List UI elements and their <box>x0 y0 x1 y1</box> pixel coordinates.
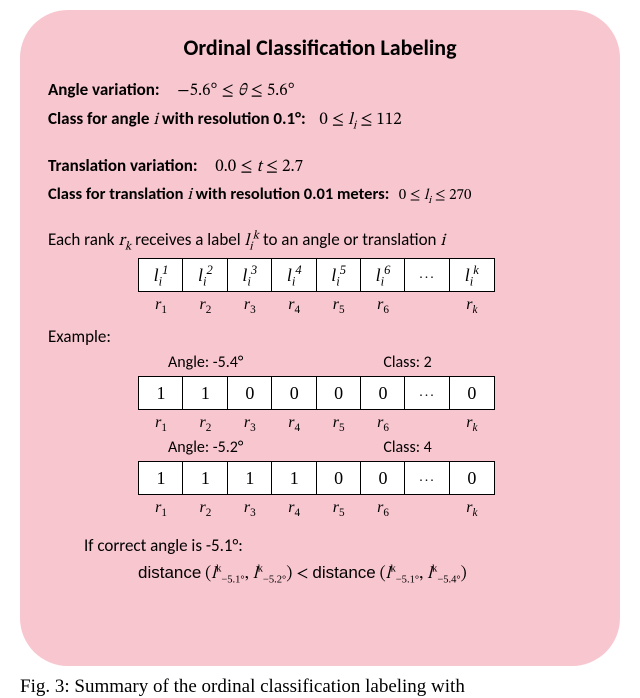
cell-ellipsis-1: ... <box>404 258 450 292</box>
ex2-c5: 0 <box>316 461 362 495</box>
rank-r5: r5 <box>316 292 362 314</box>
rank-labels-3: r1 r2 r3 r4 r5 r6 rk <box>138 495 592 517</box>
cell-l3: li3 <box>227 258 273 292</box>
trans-variation-math: 0.0 ≤ t ≤ 2.7 <box>215 159 303 176</box>
label-symbol: lik <box>244 233 259 250</box>
ex1-c8: 0 <box>449 376 495 410</box>
r2-blank <box>404 410 450 432</box>
trans-variation-line: Translation variation: 0.0 ≤ t ≤ 2.7 <box>48 155 592 178</box>
rank-label-table: li1 li2 li3 li4 li5 li6 ... lik r1 r2 r3… <box>138 258 592 314</box>
cell-l2: li2 <box>182 258 228 292</box>
each-rank-b: receives a label <box>135 229 244 250</box>
diagram-card: Ordinal Classification Labeling Angle va… <box>20 10 620 666</box>
r3-rk: rk <box>449 495 495 517</box>
ex1-class: Class: 2 <box>383 353 431 372</box>
ex1-c6: 0 <box>360 376 406 410</box>
ex2-angle: Angle: -5.2° <box>168 438 243 457</box>
rank-labels-1: r1 r2 r3 r4 r5 r6 rk <box>138 292 592 314</box>
ex1-c-ell: ... <box>404 376 450 410</box>
r3-r1: r1 <box>138 495 184 517</box>
each-rank-line: Each rank rk receives a label lik to an … <box>48 229 592 252</box>
r3-blank <box>404 495 450 517</box>
ex2-c6: 0 <box>360 461 406 495</box>
ex1-c3: 0 <box>227 376 273 410</box>
index-i-3: i <box>440 233 445 250</box>
stage: Ordinal Classification Labeling Angle va… <box>0 0 640 698</box>
each-rank-a: Each rank <box>48 229 118 250</box>
ex2-cells: 1 1 1 1 0 0 ... 0 <box>138 461 592 495</box>
ex2-c3: 1 <box>227 461 273 495</box>
cell-l5: li5 <box>316 258 362 292</box>
ex2-c1: 1 <box>138 461 184 495</box>
angle-variation-math: −5.6° ≤ θ ≤ 5.6° <box>177 83 294 100</box>
rank-r1: r1 <box>138 292 184 314</box>
angle-variation-label: Angle variation: <box>48 79 160 100</box>
r3-r2: r2 <box>182 495 228 517</box>
ex1-c2: 1 <box>182 376 228 410</box>
rank-rk: rk <box>449 292 495 314</box>
trans-variation-label: Translation variation: <box>48 155 198 176</box>
class-trans-line: Class for translation i with resolution … <box>48 184 592 205</box>
cell-l1: li1 <box>138 258 184 292</box>
cell-lk: lik <box>449 258 495 292</box>
dist-word-2: distance <box>312 563 375 582</box>
class-angle-math: 0 ≤ li ≤ 112 <box>319 112 401 129</box>
rank-r3: r3 <box>227 292 273 314</box>
r3-r5: r5 <box>316 495 362 517</box>
r3-r3: r3 <box>227 495 273 517</box>
ex2-class: Class: 4 <box>383 438 431 457</box>
class-trans-label-a: Class for translation <box>48 184 187 204</box>
example1-header: Angle: -5.4° Class: 2 <box>168 353 592 372</box>
cell-l4: li4 <box>271 258 317 292</box>
example2-table: 1 1 1 1 0 0 ... 0 r1 r2 r3 r4 r5 r6 rk <box>138 461 592 517</box>
title: Ordinal Classification Labeling <box>48 34 592 61</box>
ex2-c2: 1 <box>182 461 228 495</box>
distance-inequality: distance (lk−5.1°, lk−5.2°) < distance (… <box>138 562 592 585</box>
rank-symbol: rk <box>118 233 131 250</box>
class-angle-label-a: Class for angle <box>48 108 153 129</box>
label-cells: li1 li2 li3 li4 li5 li6 ... lik <box>138 258 592 292</box>
class-trans-math: 0 ≤ li ≤ 270 <box>399 188 472 203</box>
rank-labels-2: r1 r2 r3 r4 r5 r6 rk <box>138 410 592 432</box>
class-angle-label-b: with resolution 0.1°: <box>158 108 306 129</box>
class-angle-line: Class for angle i with resolution 0.1°: … <box>48 108 592 131</box>
r3-r6: r6 <box>360 495 406 517</box>
angle-variation-line: Angle variation: −5.6° ≤ θ ≤ 5.6° <box>48 79 592 102</box>
r2-r6: r6 <box>360 410 406 432</box>
rank-r6: r6 <box>360 292 406 314</box>
rank-r2: r2 <box>182 292 228 314</box>
example1-table: 1 1 0 0 0 0 ... 0 r1 r2 r3 r4 r5 r6 rk <box>138 376 592 432</box>
r2-r3: r3 <box>227 410 273 432</box>
dist-word-1: distance <box>138 563 201 582</box>
r2-r1: r1 <box>138 410 184 432</box>
ex1-c4: 0 <box>271 376 317 410</box>
ex2-c4: 1 <box>271 461 317 495</box>
ex1-c5: 0 <box>316 376 362 410</box>
ex2-c-ell: ... <box>404 461 450 495</box>
ex1-cells: 1 1 0 0 0 0 ... 0 <box>138 376 592 410</box>
r2-r2: r2 <box>182 410 228 432</box>
correct-angle-line: If correct angle is -5.1°: <box>84 535 592 556</box>
class-trans-label-b: with resolution 0.01 meters: <box>192 184 389 204</box>
example-label: Example: <box>48 326 592 347</box>
r2-r4: r4 <box>271 410 317 432</box>
ex1-c1: 1 <box>138 376 184 410</box>
rank-r4: r4 <box>271 292 317 314</box>
ex1-angle: Angle: -5.4° <box>168 353 243 372</box>
r2-r5: r5 <box>316 410 362 432</box>
r3-r4: r4 <box>271 495 317 517</box>
cell-l6: li6 <box>360 258 406 292</box>
rank-blank-1 <box>404 292 450 314</box>
each-rank-c: to an angle or translation <box>263 229 440 250</box>
r2-rk: rk <box>449 410 495 432</box>
figure-caption-fragment: Fig. 3: Summary of the ordinal classific… <box>20 676 620 698</box>
example2-header: Angle: -5.2° Class: 4 <box>168 438 592 457</box>
ex2-c8: 0 <box>449 461 495 495</box>
lt-sign: < <box>296 566 312 583</box>
